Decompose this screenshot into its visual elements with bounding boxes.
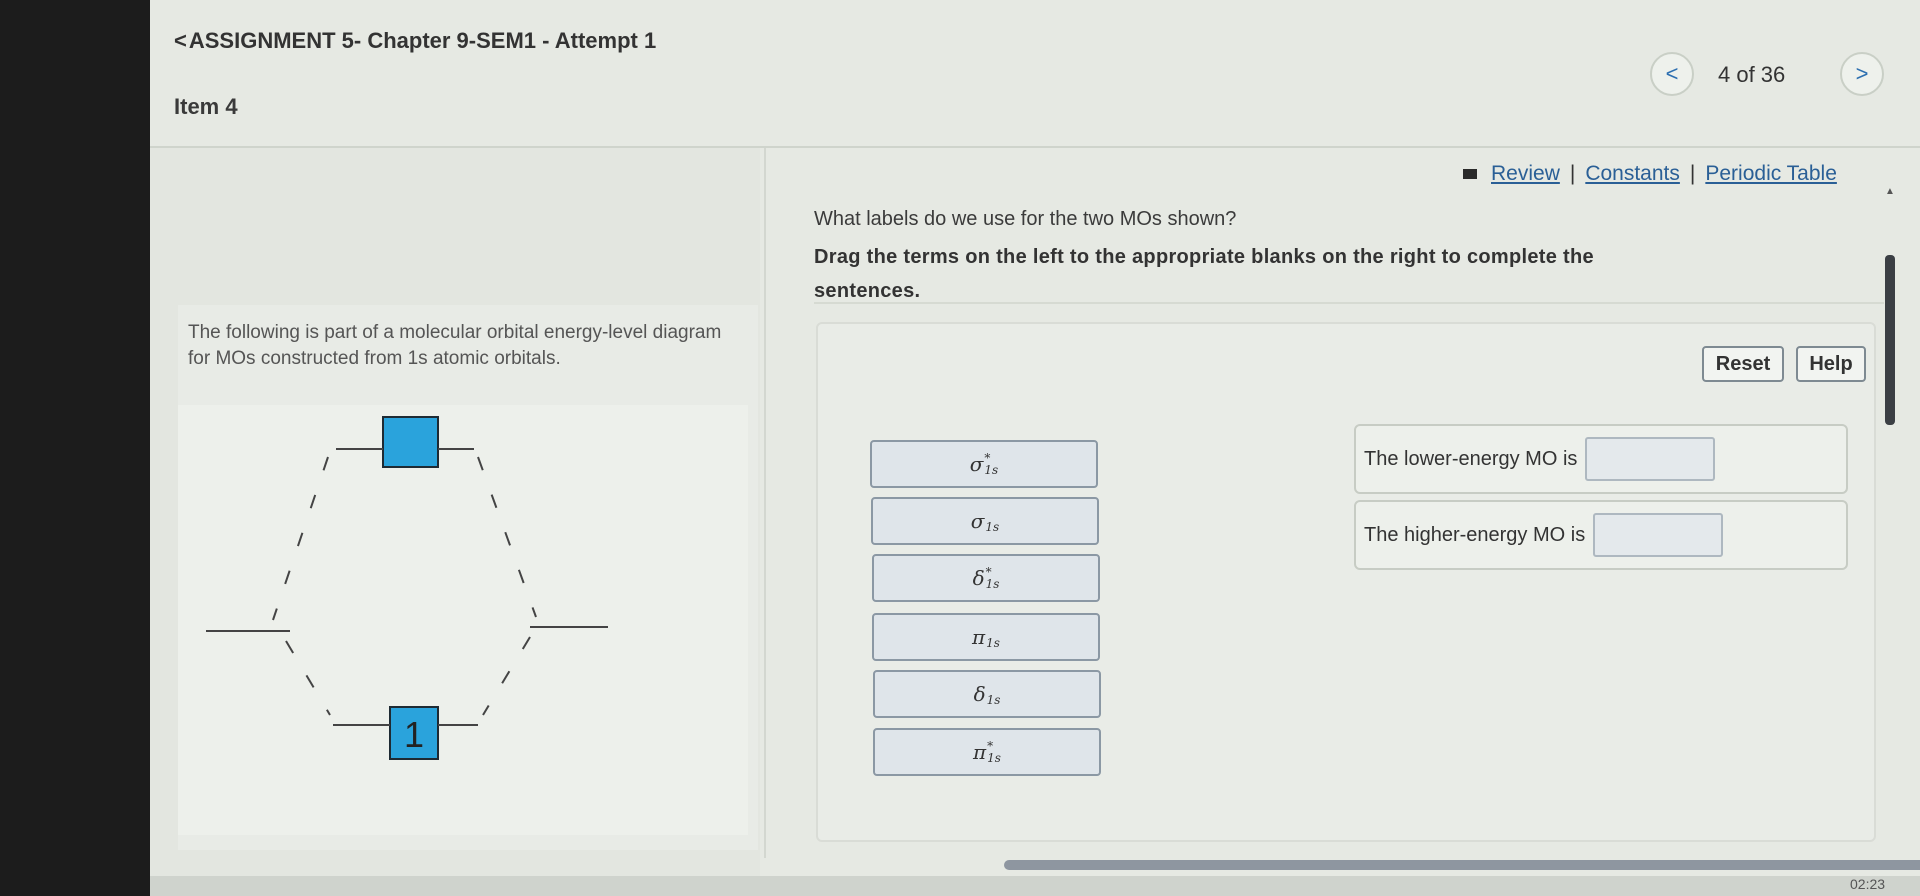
term-scripts: 1s	[987, 682, 1001, 706]
link-separator: |	[1569, 162, 1576, 185]
term-subscript: 1s	[986, 693, 1001, 707]
assignment-title-text: ASSIGNMENT 5- Chapter 9-SEM1 - Attempt 1	[188, 28, 657, 53]
help-button[interactable]: Help	[1796, 346, 1866, 382]
draggable-term[interactable]: σ * 1s	[870, 440, 1098, 488]
link-separator: |	[1689, 162, 1696, 185]
draggable-term[interactable]: δ 1s	[873, 670, 1101, 718]
term-scripts: * 1s	[984, 452, 998, 476]
draggable-term[interactable]: δ * 1s	[872, 554, 1100, 602]
next-item-button[interactable]: >	[1840, 52, 1884, 96]
term-scripts: * 1s	[987, 740, 1001, 764]
horizontal-scrollbar[interactable]	[1004, 860, 1920, 870]
term-symbol: δ	[973, 682, 986, 706]
dash-upper-right	[477, 456, 537, 618]
context-description: The following is part of a molecular orb…	[188, 322, 722, 369]
question-divider	[814, 302, 1884, 304]
term-subscript: 1s	[985, 577, 1000, 591]
draggable-term[interactable]: σ 1s	[871, 497, 1099, 545]
term-scripts: 1s	[986, 625, 1000, 649]
item-label: Item 4	[174, 94, 238, 119]
mo-diagram-svg: 1	[206, 416, 608, 760]
term-subscript: 1s	[985, 520, 1000, 534]
constants-link[interactable]: Constants	[1585, 162, 1680, 185]
term-subscript: 1s	[986, 636, 1000, 650]
mo-energy-diagram: 1	[178, 405, 748, 835]
item-counter: 4 of 36	[1718, 62, 1786, 87]
clock: 02:23	[1850, 876, 1886, 892]
upper-mo-box	[382, 416, 439, 468]
lower-energy-blank[interactable]	[1585, 437, 1716, 481]
term-symbol: σ	[969, 452, 984, 476]
draggable-term[interactable]: π 1s	[872, 613, 1100, 661]
lower-energy-target: The lower-energy MO is	[1354, 424, 1848, 494]
higher-energy-target: The higher-energy MO is	[1354, 500, 1848, 570]
book-icon	[1463, 169, 1477, 180]
term-scripts: * 1s	[986, 566, 1000, 590]
question-prompt: What labels do we use for the two MOs sh…	[814, 208, 1237, 230]
panel-separator	[764, 148, 766, 858]
assignment-title[interactable]: <ASSIGNMENT 5- Chapter 9-SEM1 - Attempt …	[174, 28, 656, 54]
reset-button[interactable]: Reset	[1702, 346, 1784, 382]
resource-links: Review | Constants | Periodic Table	[1463, 162, 1837, 186]
term-symbol: δ	[972, 566, 985, 590]
scroll-up-icon[interactable]: ▲	[1885, 186, 1895, 197]
question-instructions: Drag the terms on the left to the approp…	[814, 246, 1594, 302]
lower-mo-label: 1	[404, 714, 424, 755]
term-scripts: 1s	[985, 509, 999, 533]
vertical-scrollbar-thumb[interactable]	[1885, 255, 1895, 425]
dash-lower-left	[285, 640, 331, 716]
review-link[interactable]: Review	[1491, 162, 1560, 185]
higher-energy-blank[interactable]	[1593, 513, 1724, 557]
term-subscript: 1s	[984, 463, 999, 477]
back-chevron-icon[interactable]: <	[174, 28, 187, 53]
term-subscript: 1s	[987, 751, 1001, 765]
target-sentence: The lower-energy MO is	[1364, 447, 1578, 470]
dash-upper-left	[272, 456, 329, 621]
dash-lower-right	[482, 636, 531, 716]
assignment-screen: <ASSIGNMENT 5- Chapter 9-SEM1 - Attempt …	[150, 0, 1920, 896]
term-symbol: σ	[970, 509, 985, 533]
target-sentence: The higher-energy MO is	[1364, 523, 1586, 546]
term-symbol: π	[972, 625, 986, 649]
taskbar	[150, 876, 1920, 896]
draggable-term[interactable]: π * 1s	[873, 728, 1101, 776]
periodic-table-link[interactable]: Periodic Table	[1705, 162, 1837, 185]
previous-item-button[interactable]: <	[1650, 52, 1694, 96]
term-symbol: π	[973, 740, 987, 764]
